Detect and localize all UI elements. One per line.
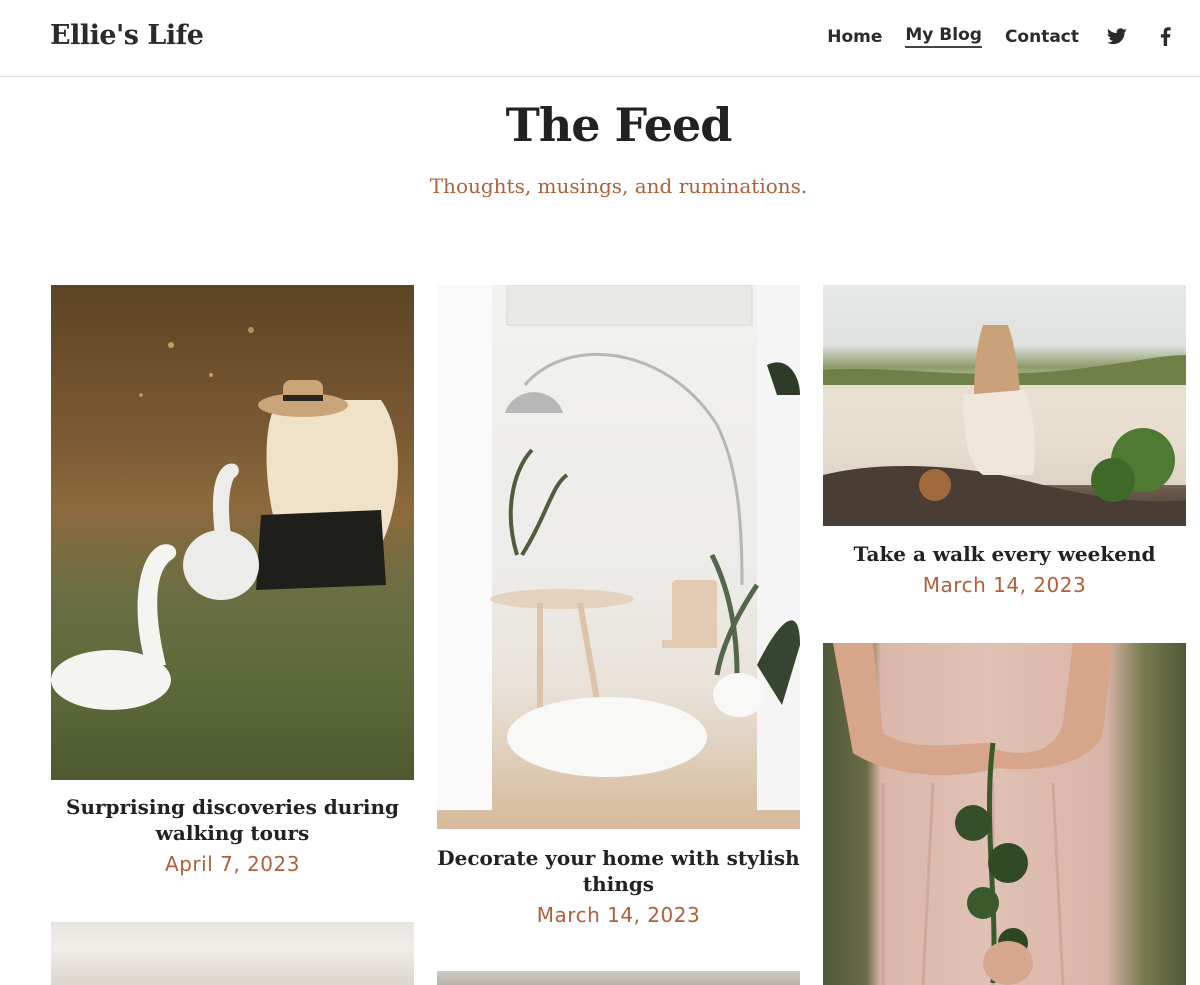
post-date: March 14, 2023	[922, 573, 1087, 597]
post-card-partial[interactable]	[51, 922, 414, 985]
post-card[interactable]: Surprising discoveries during walking to…	[51, 285, 414, 876]
post-image-partial[interactable]	[437, 971, 800, 985]
nav-contact[interactable]: Contact	[1005, 27, 1079, 47]
swans-illustration	[51, 327, 398, 710]
post-card[interactable]: Take a walk every weekend March 14, 2023	[823, 285, 1186, 597]
post-image-room[interactable]	[437, 285, 800, 829]
post-image-dress[interactable]	[823, 643, 1186, 985]
twitter-icon[interactable]	[1106, 26, 1128, 48]
post-title[interactable]: Surprising discoveries during walking to…	[51, 794, 414, 846]
post-date: March 14, 2023	[536, 903, 701, 927]
site-logo[interactable]: Ellie's Life	[50, 20, 204, 51]
nav-home[interactable]: Home	[827, 27, 882, 47]
site-header: Ellie's Life Home My Blog Contact	[0, 0, 1200, 77]
post-card[interactable]: Decorate your home with stylish things M…	[437, 285, 800, 927]
page-title: The Feed	[505, 98, 733, 152]
page-subtitle: Thoughts, musings, and ruminations.	[429, 174, 808, 198]
post-image-river[interactable]	[823, 285, 1186, 526]
post-image-partial[interactable]	[51, 922, 414, 985]
post-image-swans[interactable]	[51, 285, 414, 780]
dress-illustration	[833, 643, 1113, 985]
post-title[interactable]: Decorate your home with stylish things	[437, 845, 800, 897]
post-card-partial[interactable]	[823, 643, 1186, 985]
post-title[interactable]: Take a walk every weekend	[823, 541, 1186, 567]
nav-my-blog[interactable]: My Blog	[905, 25, 982, 48]
post-date: April 7, 2023	[165, 852, 300, 876]
river-illustration	[823, 325, 1186, 526]
facebook-icon[interactable]	[1154, 26, 1176, 48]
post-card-partial[interactable]	[437, 971, 800, 985]
main-nav: Home My Blog Contact	[827, 25, 1176, 48]
room-illustration	[437, 285, 800, 810]
